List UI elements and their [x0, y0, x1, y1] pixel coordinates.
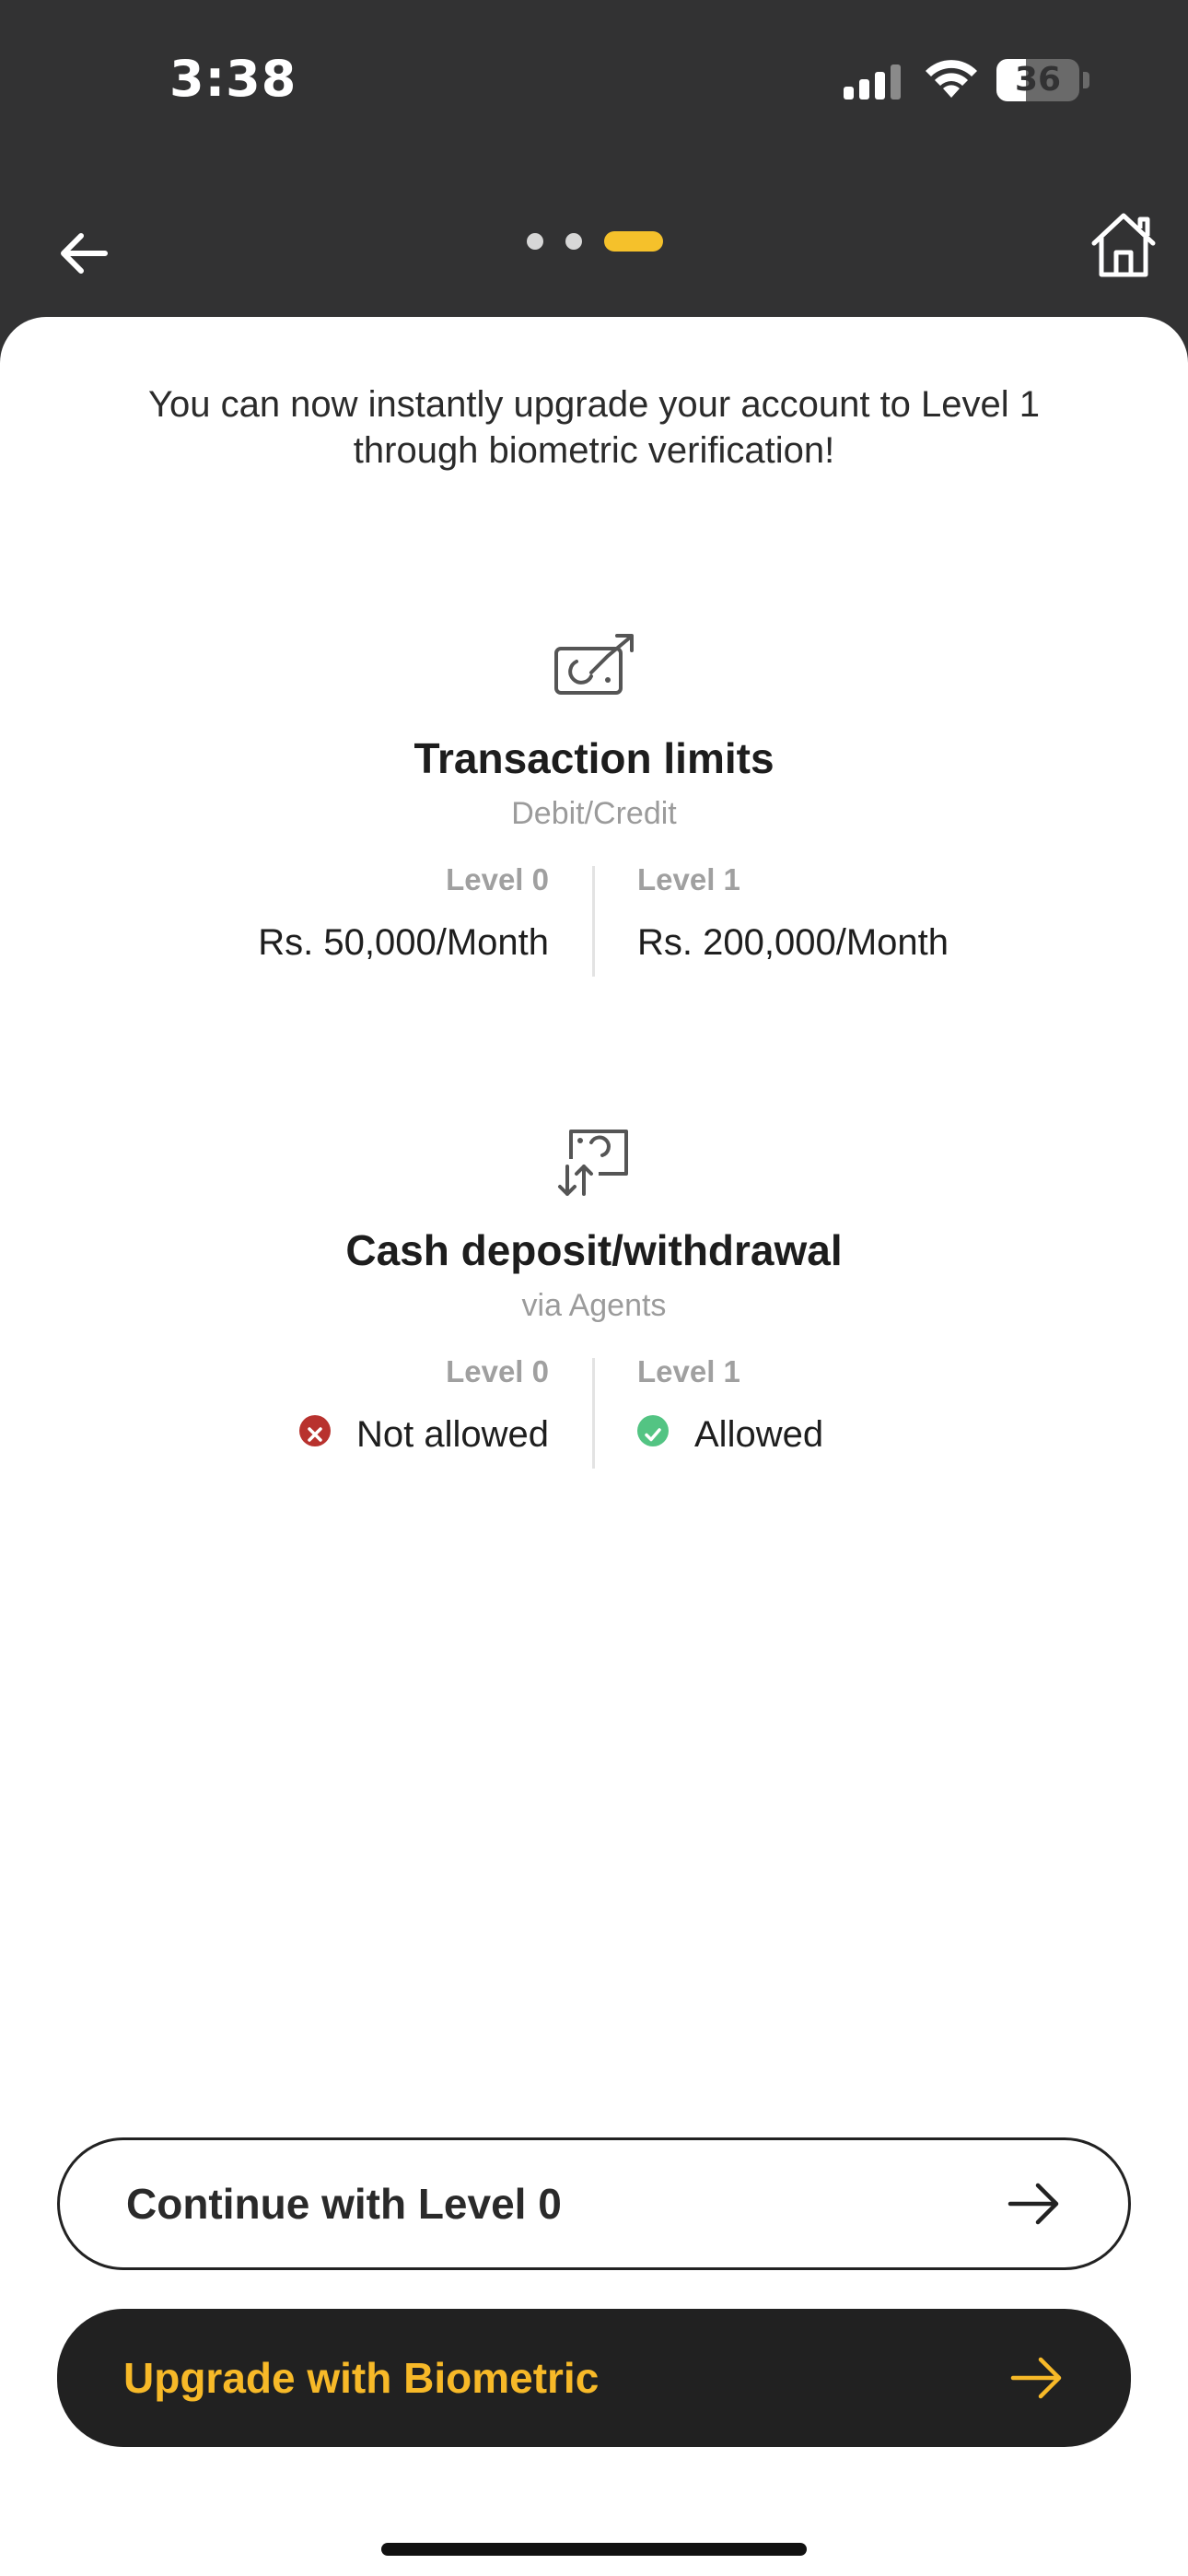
feature-subtitle: via Agents: [521, 1288, 667, 1323]
back-arrow-icon[interactable]: [52, 221, 116, 286]
arrow-right-icon: [1007, 2183, 1059, 2225]
cellular-signal-icon: [844, 64, 901, 100]
top-nav: [0, 184, 1188, 313]
home-icon[interactable]: [1085, 206, 1162, 284]
column-divider: [592, 1358, 595, 1469]
level-0-column: Level 0 Rs. 50,000/Month: [88, 861, 549, 966]
level-1-column: Level 1 Rs. 200,000/Month: [637, 861, 1153, 966]
status-bar: 3:38 36: [0, 0, 1188, 175]
battery-cap: [1083, 72, 1089, 88]
status-time: 3:38: [169, 50, 297, 108]
level-1-column: Level 1 Allowed: [637, 1352, 1153, 1458]
arrow-right-icon: [1010, 2357, 1062, 2399]
page-dot-active: [604, 231, 663, 252]
status-text: Not allowed: [355, 1414, 549, 1455]
level-value: Not allowed: [88, 1411, 549, 1458]
cash-deposit-icon: [558, 1130, 628, 1196]
level-value: Rs. 200,000/Month: [637, 922, 949, 963]
battery-indicator: 36: [996, 59, 1079, 101]
not-allowed-icon: [298, 1415, 331, 1446]
level-label: Level 1: [637, 862, 740, 896]
status-text: Allowed: [694, 1414, 824, 1455]
battery-level: 36: [1014, 61, 1062, 99]
level-label: Level 1: [637, 1354, 740, 1388]
page-indicator: [525, 230, 672, 252]
page-dot: [527, 233, 543, 250]
continue-level-0-button[interactable]: Continue with Level 0: [57, 2137, 1131, 2270]
feature-title: Cash deposit/withdrawal: [345, 1226, 843, 1274]
upgrade-biometric-button[interactable]: Upgrade with Biometric: [57, 2309, 1131, 2447]
wifi-icon: [926, 60, 977, 98]
button-label: Upgrade with Biometric: [123, 2354, 600, 2402]
button-label: Continue with Level 0: [126, 2180, 562, 2228]
level-label: Level 0: [446, 1354, 549, 1388]
feature-subtitle: Debit/Credit: [511, 796, 677, 831]
intro-text: You can now instantly upgrade your accou…: [147, 384, 1041, 471]
page-dot: [565, 233, 582, 250]
column-divider: [592, 866, 595, 977]
level-value: Allowed: [637, 1411, 1153, 1458]
level-0-column: Level 0 Not allowed: [88, 1352, 549, 1458]
feature-title: Transaction limits: [413, 734, 775, 782]
allowed-icon: [637, 1415, 669, 1446]
level-value: Rs. 50,000/Month: [258, 922, 549, 963]
transaction-limits-icon: [554, 634, 634, 695]
level-label: Level 0: [446, 862, 549, 896]
home-indicator[interactable]: [381, 2543, 807, 2556]
